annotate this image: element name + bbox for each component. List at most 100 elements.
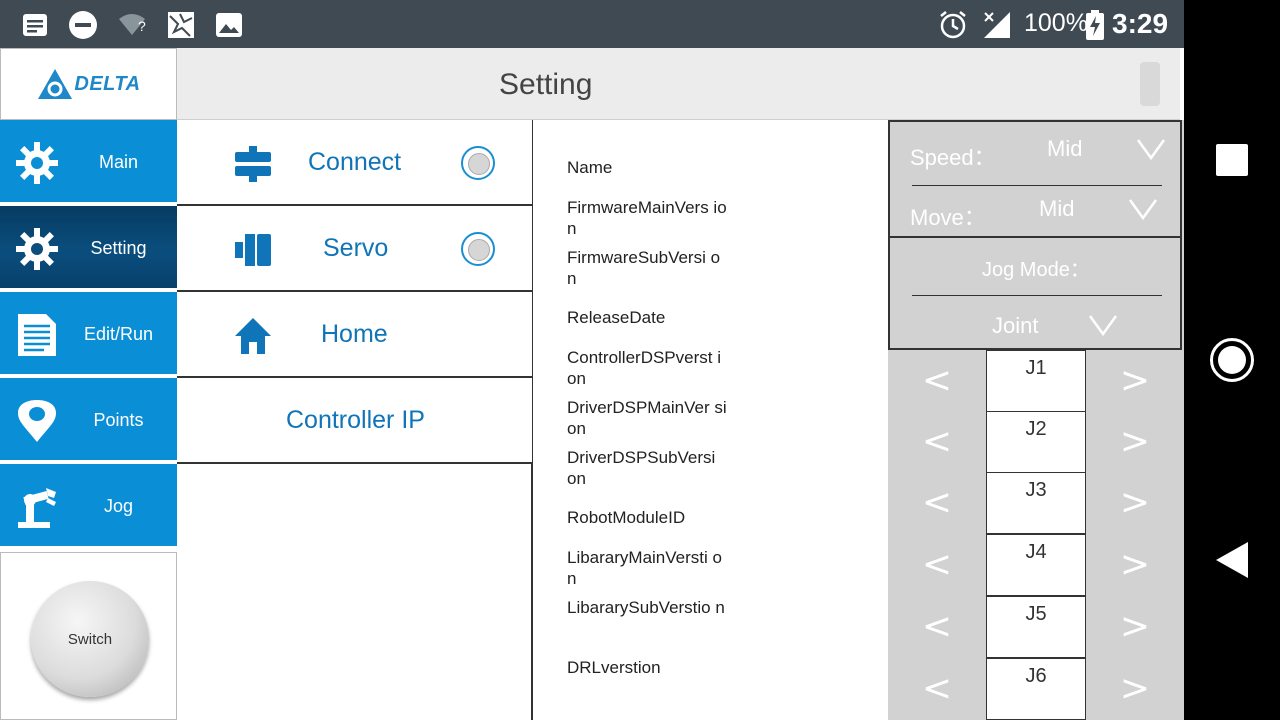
joint-row-j3: < J3 > [888, 472, 1184, 534]
joint-label: J6 [986, 658, 1086, 720]
delta-logo: DELTA [0, 48, 177, 120]
gallery-puzzle-icon [164, 10, 198, 40]
page-header: Setting [177, 48, 1180, 120]
joint-row-j5: < J5 > [888, 596, 1184, 658]
jog-mode-label: Jog Mode： [982, 259, 1090, 281]
sidebar-item-label: Jog [103, 496, 134, 516]
info-driver-dsp-main-version: DriverDSPMainVer sion [567, 398, 727, 438]
info-name: Name [567, 158, 613, 177]
joint-label: J1 [986, 350, 1086, 412]
robot-watermark-icon [1130, 58, 1170, 110]
controller-ip-row[interactable]: Controller IP [177, 378, 532, 464]
joint-row-j4: < J4 > [888, 534, 1184, 596]
home-nav-icon[interactable] [1210, 338, 1254, 382]
system-nav-bar [1184, 0, 1280, 720]
plug-icon [233, 144, 273, 184]
j2-minus-button[interactable]: < [888, 411, 986, 471]
delta-triangle-icon [38, 69, 73, 99]
battery-percent: 100% [1024, 9, 1088, 37]
info-firmware-main-version: FirmwareMainVers ion [567, 198, 727, 238]
servo-icon [233, 230, 273, 270]
home-label: Home [321, 320, 388, 348]
notes-icon [20, 10, 50, 40]
speed-label: Speed： [910, 145, 996, 170]
dnd-icon [68, 10, 98, 40]
info-controller-dsp-version: ControllerDSPverst ion [567, 348, 721, 388]
j5-plus-button[interactable]: > [1086, 596, 1184, 656]
sidebar-item-points[interactable]: Points [0, 378, 177, 462]
info-release-date: ReleaseDate [567, 308, 666, 327]
connect-status-radio[interactable] [461, 146, 495, 180]
gear-icon [14, 140, 60, 186]
connect-row[interactable]: Connect [177, 120, 532, 206]
j3-plus-button[interactable]: > [1086, 472, 1184, 532]
home-row[interactable]: Home [177, 292, 532, 378]
move-value[interactable]: Mid [1039, 196, 1074, 222]
j4-minus-button[interactable]: < [888, 534, 986, 594]
sidebar-item-label: Main [98, 152, 138, 172]
clock-time: 3:29 [1112, 8, 1169, 39]
speed-settings-box: Speed： Mid Move： Mid Jog Mode： Joint [888, 120, 1182, 350]
joint-row-j1: < J1 > [888, 350, 1184, 412]
back-icon[interactable] [1214, 540, 1250, 585]
wifi-question-icon: ? [116, 10, 150, 40]
move-label: Move： [910, 205, 986, 230]
sidebar-item-jog[interactable]: Jog [0, 464, 177, 548]
document-icon [14, 312, 60, 358]
speed-dropdown-chevron-icon[interactable] [1136, 138, 1166, 161]
switch-panel: Switch [0, 552, 177, 720]
sidebar-item-main[interactable]: Main [0, 120, 177, 204]
joint-row-j6: < J6 > [888, 658, 1184, 720]
logo-text: DELTA [74, 72, 141, 95]
jog-mode-value[interactable]: Joint [992, 313, 1038, 339]
switch-button[interactable]: Switch [31, 581, 149, 697]
info-robot-module-id: RobotModuleID [567, 508, 686, 527]
joint-label: J5 [986, 596, 1086, 658]
status-bar: ? 100% 3:29 [0, 0, 1184, 48]
jog-panel: Speed： Mid Move： Mid Jog Mode： Joint < J… [888, 120, 1184, 720]
j5-minus-button[interactable]: < [888, 596, 986, 656]
joint-row-j2: < J2 > [888, 411, 1184, 473]
j6-plus-button[interactable]: > [1086, 658, 1184, 718]
info-library-main-version: LibararyMainVersti on [567, 548, 722, 588]
setting-menu: Connect Servo Home Controller IP [177, 120, 533, 720]
sidebar-item-label: Setting [90, 238, 147, 258]
j1-plus-button[interactable]: > [1086, 350, 1184, 410]
sidebar-item-edit-run[interactable]: Edit/Run [0, 292, 177, 376]
location-pin-icon [14, 398, 60, 444]
j4-plus-button[interactable]: > [1086, 534, 1184, 594]
sidebar-item-label: Edit/Run [83, 324, 154, 344]
connect-label: Connect [308, 148, 402, 176]
sidebar: Main Setting Edit/Run Points Jog Switch [0, 120, 177, 720]
speed-value[interactable]: Mid [1047, 136, 1082, 162]
servo-label: Servo [323, 234, 389, 262]
robot-arm-icon [14, 484, 60, 530]
info-drl-version: DRLverstion [567, 658, 661, 677]
joint-label: J3 [986, 472, 1086, 534]
home-icon [233, 316, 273, 356]
move-dropdown-chevron-icon[interactable] [1128, 198, 1158, 221]
controller-info-list: Name FirmwareMainVers ion FirmwareSubVer… [535, 120, 888, 720]
info-driver-dsp-sub-version: DriverDSPSubVersi on [567, 448, 716, 488]
j3-minus-button[interactable]: < [888, 472, 986, 532]
servo-row[interactable]: Servo [177, 206, 532, 292]
j2-plus-button[interactable]: > [1086, 411, 1184, 471]
sidebar-item-setting[interactable]: Setting [0, 206, 177, 290]
battery-charging-icon [1084, 10, 1106, 40]
app-window: DELTA Setting Main Setting Edit/Run Poin… [0, 48, 1184, 720]
no-signal-icon [982, 10, 1012, 40]
j1-minus-button[interactable]: < [888, 350, 986, 410]
alarm-icon [938, 10, 968, 40]
servo-status-radio[interactable] [461, 232, 495, 266]
info-firmware-sub-version: FirmwareSubVersi on [567, 248, 721, 288]
controller-ip-label: Controller IP [286, 406, 425, 434]
recents-icon[interactable] [1216, 144, 1248, 176]
switch-label: Switch [67, 630, 113, 648]
gear-icon [14, 226, 60, 272]
j6-minus-button[interactable]: < [888, 658, 986, 718]
joint-label: J4 [986, 534, 1086, 596]
sidebar-item-label: Points [93, 410, 144, 430]
page-title: Setting [499, 68, 593, 101]
joint-label: J2 [986, 411, 1086, 473]
jog-mode-dropdown-chevron-icon[interactable] [1088, 314, 1118, 337]
